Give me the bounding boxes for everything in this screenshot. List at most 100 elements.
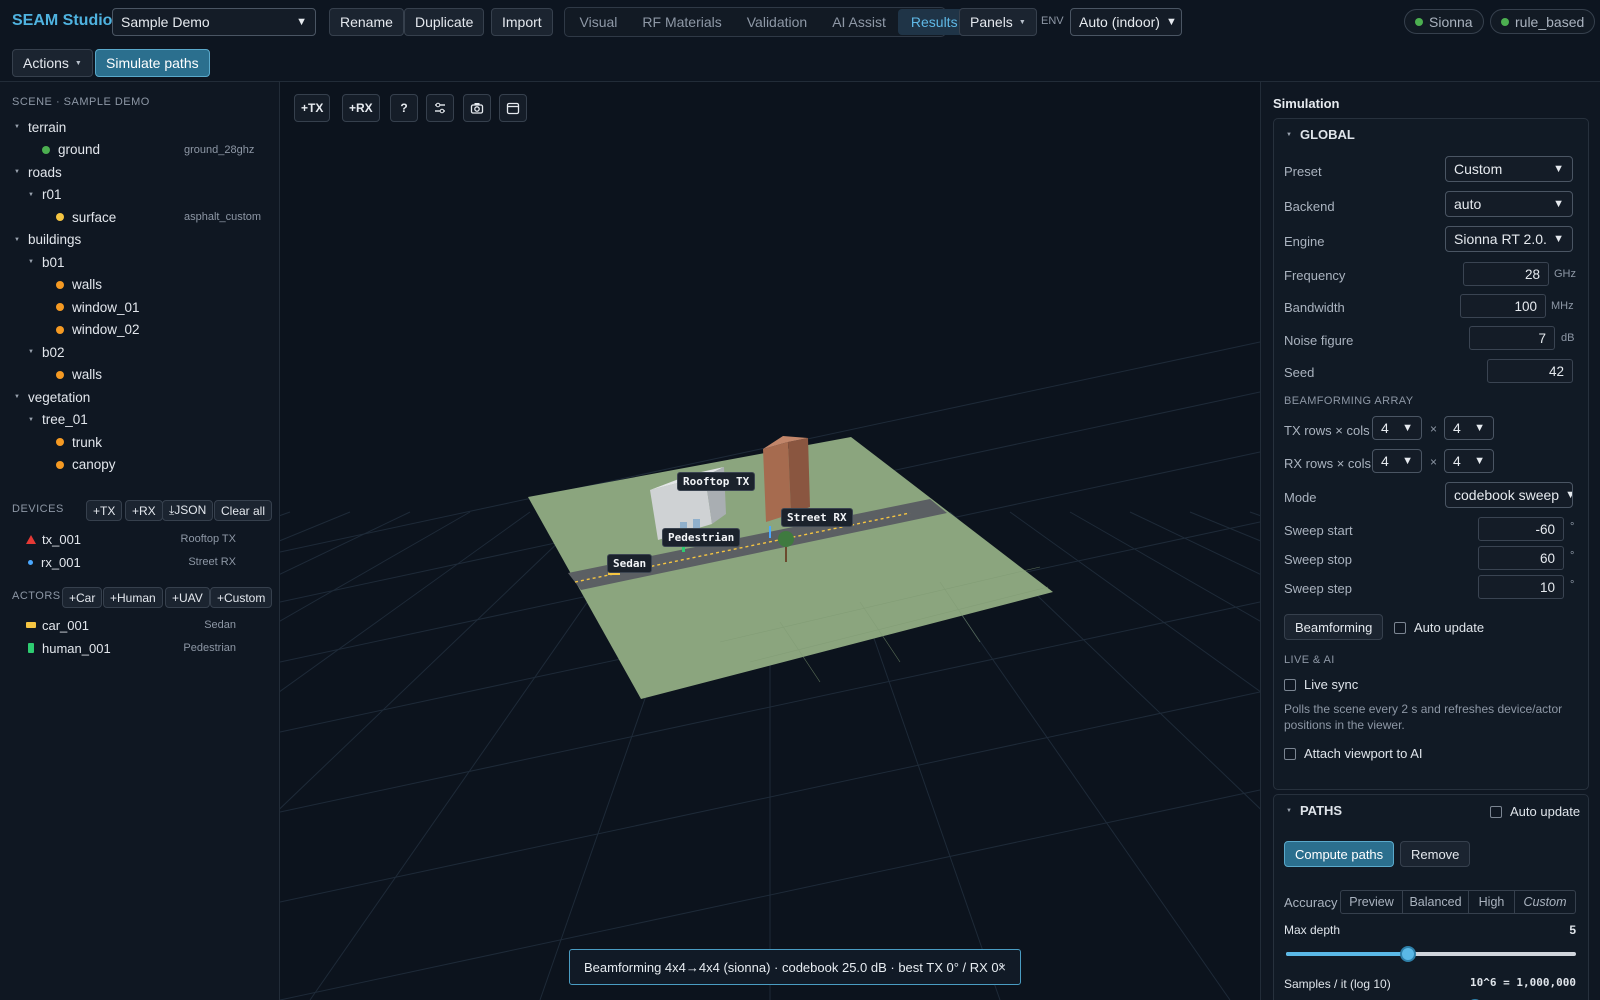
paths-auto-update[interactable]: Auto update [1490, 804, 1580, 819]
add-rx-button[interactable]: +RX [125, 500, 163, 521]
accuracy-preview[interactable]: Preview [1341, 891, 1403, 913]
expand-triangle-icon[interactable]: ▼ [14, 394, 28, 400]
top-bar: SEAM Studio Sample Demo ▼ Rename Duplica… [0, 0, 1600, 44]
max-depth-slider[interactable] [1286, 946, 1576, 962]
tx-cols-select[interactable]: 4 ▼ [1444, 416, 1494, 440]
tree-row-label: window_02 [72, 322, 140, 337]
live-sync-checkbox[interactable]: Live sync [1284, 677, 1358, 692]
close-icon[interactable]: × [998, 959, 1006, 975]
tx-rows-select[interactable]: 4 ▼ [1372, 416, 1422, 440]
beamforming-auto-update[interactable]: Auto update [1394, 620, 1484, 635]
tree-row-vegetation[interactable]: ▼ vegetation [14, 386, 264, 408]
tab-validation[interactable]: Validation [734, 9, 819, 35]
add-rx-viewport-button[interactable]: +RX [342, 94, 380, 122]
actions-button[interactable]: Actions ▼ [12, 49, 93, 77]
preset-value: Custom [1454, 161, 1503, 177]
compute-paths-button[interactable]: Compute paths [1284, 841, 1395, 867]
tx-scene-label: Rooftop TX [677, 472, 756, 491]
tree-row-ground[interactable]: ground ground_28ghz [28, 139, 264, 161]
actor-row-car[interactable]: car_001 Sedan [26, 614, 236, 636]
expand-triangle-icon[interactable]: ▼ [14, 124, 28, 130]
expand-triangle-icon[interactable]: ▼ [14, 237, 28, 243]
status-pill-label: rule_based [1515, 13, 1585, 30]
sweep-step-input[interactable]: 10 [1478, 575, 1564, 599]
help-button[interactable]: ? [390, 94, 418, 122]
tab-visual[interactable]: Visual [567, 9, 630, 35]
tree-row-label: roads [28, 164, 62, 180]
beamforming-button[interactable]: Beamforming [1284, 614, 1384, 640]
tree-row-window-01[interactable]: window_01 [42, 296, 264, 318]
preset-select[interactable]: Custom ▼ [1445, 156, 1573, 182]
add-tx-button[interactable]: +TX [86, 500, 123, 521]
scene-canvas[interactable] [280, 82, 1260, 1000]
paths-header[interactable]: ▼ PATHS [1286, 803, 1342, 818]
sweep-start-input[interactable]: -60 [1478, 517, 1564, 541]
tree-row-b02[interactable]: ▼ b02 [28, 341, 264, 363]
accuracy-custom[interactable]: Custom [1515, 891, 1575, 913]
add-tx-viewport-button[interactable]: +TX [294, 94, 331, 122]
tree-row-trunk[interactable]: trunk [42, 431, 264, 453]
global-header[interactable]: ▼ GLOBAL [1286, 127, 1355, 142]
env-select[interactable]: Auto (indoor) ▼ [1070, 8, 1182, 36]
tab-ai-assist[interactable]: AI Assist [820, 9, 899, 35]
simulate-paths-button[interactable]: Simulate paths [95, 49, 210, 77]
tree-row-terrain[interactable]: ▼ terrain [14, 116, 264, 138]
3d-viewport[interactable]: +TX +RX ? Rooftop TX Street RX Pedestria… [280, 82, 1260, 1000]
bandwidth-input[interactable]: 100 [1460, 294, 1546, 318]
tree-row-label: walls [72, 277, 103, 292]
tree-row-b01[interactable]: ▼ b01 [28, 251, 264, 273]
tree-row-walls[interactable]: walls [42, 274, 264, 296]
tree-row-walls[interactable]: walls [42, 364, 264, 386]
duplicate-button[interactable]: Duplicate [404, 8, 485, 36]
tree-row-roads[interactable]: ▼ roads [14, 161, 264, 183]
tree-row-window-02[interactable]: window_02 [42, 319, 264, 341]
rx-rows-select[interactable]: 4 ▼ [1372, 449, 1422, 473]
device-row-rx[interactable]: rx_001 Street RX [26, 551, 236, 573]
tree-row-r01[interactable]: ▼ r01 [28, 184, 264, 206]
add-custom-button[interactable]: +Custom [210, 587, 273, 608]
remove-paths-button[interactable]: Remove [1400, 841, 1471, 867]
add-car-button[interactable]: +Car [62, 587, 103, 608]
frequency-input[interactable]: 28 [1463, 262, 1549, 286]
rx-rows-value: 4 [1381, 453, 1389, 469]
import-button[interactable]: Import [491, 8, 553, 36]
expand-triangle-icon[interactable]: ▼ [28, 192, 42, 198]
actor-row-human[interactable]: human_001 Pedestrian [26, 637, 236, 659]
device-row-tx[interactable]: tx_001 Rooftop TX [26, 528, 236, 550]
sweep-stop-input[interactable]: 60 [1478, 546, 1564, 570]
expand-triangle-icon[interactable]: ▼ [28, 349, 42, 355]
simulation-title: Simulation [1273, 96, 1340, 111]
panels-button[interactable]: Panels ▼ [959, 8, 1037, 36]
screenshot-button[interactable] [463, 94, 491, 122]
rename-button[interactable]: Rename [329, 8, 404, 36]
max-depth-value: 5 [1569, 923, 1576, 937]
accuracy-balanced[interactable]: Balanced [1403, 891, 1469, 913]
clear-all-button[interactable]: Clear all [214, 500, 273, 521]
tree-row-tree-01[interactable]: ▼ tree_01 [28, 409, 264, 431]
mode-select[interactable]: codebook sweep ▼ [1445, 482, 1573, 508]
export-json-button[interactable]: ⤓JSON [162, 500, 214, 521]
seed-input[interactable]: 42 [1487, 359, 1573, 383]
engine-select[interactable]: Sionna RT 2.0.1 (bu ▼ [1445, 226, 1573, 252]
attach-viewport-checkbox[interactable]: Attach viewport to AI [1284, 746, 1423, 761]
expand-triangle-icon[interactable]: ▼ [28, 417, 42, 423]
add-human-button[interactable]: +Human [103, 587, 163, 608]
tab-rf-materials[interactable]: RF Materials [630, 9, 734, 35]
tree-row-canopy[interactable]: canopy [42, 454, 264, 476]
backend-select[interactable]: auto ▼ [1445, 191, 1573, 217]
noise-figure-input[interactable]: 7 [1469, 326, 1555, 350]
rx-cols-select[interactable]: 4 ▼ [1444, 449, 1494, 473]
timeline-button[interactable] [499, 94, 527, 122]
tree-row-surface[interactable]: surface asphalt_custom [42, 206, 264, 228]
add-uav-button[interactable]: +UAV [165, 587, 210, 608]
pedestrian-scene-label: Pedestrian [662, 528, 741, 547]
chevron-down-icon: ▼ [1402, 455, 1413, 467]
accuracy-high[interactable]: High [1469, 891, 1515, 913]
sweep-start-unit: ° [1570, 521, 1575, 533]
settings-button[interactable] [426, 94, 454, 122]
expand-triangle-icon[interactable]: ▼ [28, 259, 42, 265]
tree-row-buildings[interactable]: ▼ buildings [14, 229, 264, 251]
expand-triangle-icon[interactable]: ▼ [14, 169, 28, 175]
scene-select[interactable]: Sample Demo ▼ [112, 8, 316, 36]
max-depth-slider-handle[interactable] [1399, 946, 1416, 962]
